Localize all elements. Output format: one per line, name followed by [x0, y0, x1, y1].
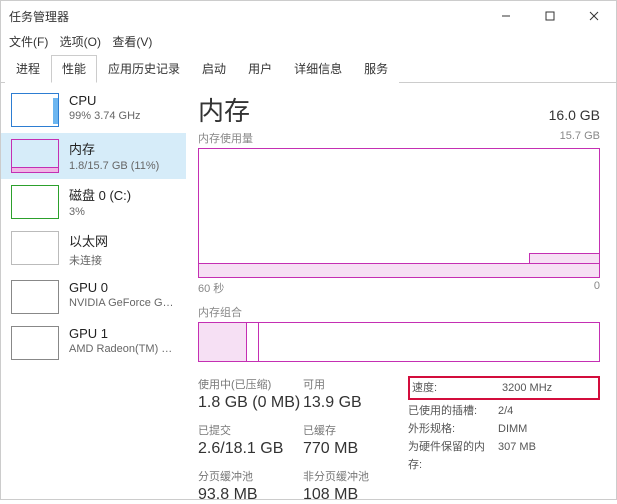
- sidebar-item-label: GPU 1: [69, 326, 179, 341]
- sidebar-item-label: GPU 0: [69, 280, 179, 295]
- slots-value: 2/4: [498, 402, 513, 420]
- cached-label: 已缓存: [303, 422, 408, 438]
- tab-services[interactable]: 服务: [353, 55, 399, 83]
- form-value: DIMM: [498, 420, 527, 438]
- sidebar-item-sub: NVIDIA GeForce GT 1 1%: [69, 297, 179, 309]
- maximize-button[interactable]: [528, 1, 572, 31]
- disk-thumb-icon: [11, 185, 59, 219]
- sidebar-item-label: 磁盘 0 (C:): [69, 185, 131, 204]
- sidebar-item-label: 以太网: [69, 231, 108, 250]
- sidebar-item-gpu0[interactable]: GPU 0 NVIDIA GeForce GT 1 1%: [1, 274, 186, 320]
- cached-value: 770 MB: [303, 440, 408, 458]
- menu-options[interactable]: 选项(O): [60, 35, 101, 49]
- tab-details[interactable]: 详细信息: [283, 55, 353, 83]
- tab-app-history[interactable]: 应用历史记录: [97, 55, 191, 83]
- total-memory: 16.0 GB: [549, 107, 600, 123]
- time-axis-right: 0: [594, 280, 600, 296]
- sidebar-item-sub: 99% 3.74 GHz: [69, 110, 141, 122]
- titlebar: 任务管理器: [1, 1, 616, 31]
- tab-users[interactable]: 用户: [237, 55, 283, 83]
- gpu-thumb-icon: [11, 326, 59, 360]
- cpu-thumb-icon: [11, 93, 59, 127]
- main-panel: 内存 16.0 GB 内存使用量 15.7 GB 60 秒 0 内存组合 使用中…: [186, 83, 616, 504]
- composition-seg-inuse: [199, 323, 247, 361]
- speed-key: 速度:: [412, 379, 502, 397]
- usage-graph-label: 内存使用量: [198, 130, 253, 146]
- usage-fill: [199, 263, 599, 277]
- usage-graph-max: 15.7 GB: [560, 130, 600, 146]
- details: 使用中(已压缩) 1.8 GB (0 MB) 可用 13.9 GB 已提交 2.…: [198, 376, 600, 504]
- ethernet-thumb-icon: [11, 231, 59, 265]
- hw-reserved-value: 307 MB: [498, 438, 536, 474]
- menubar: 文件(F) 选项(O) 查看(V): [1, 31, 616, 54]
- tab-performance[interactable]: 性能: [51, 55, 97, 83]
- tab-processes[interactable]: 进程: [5, 55, 51, 83]
- in-use-label: 使用中(已压缩): [198, 376, 303, 392]
- menu-view[interactable]: 查看(V): [112, 35, 152, 49]
- sidebar-item-sub: 未连接: [69, 252, 108, 268]
- minimize-button[interactable]: [484, 1, 528, 31]
- sidebar: CPU 99% 3.74 GHz 内存 1.8/15.7 GB (11%) 磁盘…: [1, 83, 186, 504]
- memory-usage-graph[interactable]: [198, 148, 600, 278]
- content: CPU 99% 3.74 GHz 内存 1.8/15.7 GB (11%) 磁盘…: [1, 83, 616, 504]
- close-button[interactable]: [572, 1, 616, 31]
- tabstrip: 进程 性能 应用历史记录 启动 用户 详细信息 服务: [1, 54, 616, 83]
- sidebar-item-cpu[interactable]: CPU 99% 3.74 GHz: [1, 87, 186, 133]
- sidebar-item-sub: AMD Radeon(TM) RX 0%: [69, 343, 179, 355]
- sidebar-item-ethernet[interactable]: 以太网 未连接: [1, 225, 186, 274]
- sidebar-item-gpu1[interactable]: GPU 1 AMD Radeon(TM) RX 0%: [1, 320, 186, 366]
- tab-startup[interactable]: 启动: [191, 55, 237, 83]
- window-title: 任务管理器: [9, 8, 484, 25]
- composition-label: 内存组合: [198, 304, 600, 320]
- composition-seg-modified: [247, 323, 259, 361]
- speed-value: 3200 MHz: [502, 379, 552, 397]
- sidebar-item-sub: 1.8/15.7 GB (11%): [69, 160, 159, 172]
- usage-bump: [529, 253, 599, 263]
- window-controls: [484, 1, 616, 31]
- available-label: 可用: [303, 376, 408, 392]
- committed-value: 2.6/18.1 GB: [198, 440, 303, 458]
- sidebar-item-label: 内存: [69, 139, 159, 158]
- sidebar-item-label: CPU: [69, 93, 141, 108]
- sidebar-item-memory[interactable]: 内存 1.8/15.7 GB (11%): [1, 133, 186, 179]
- time-axis-left: 60 秒: [198, 280, 224, 296]
- memory-thumb-icon: [11, 139, 59, 173]
- menu-file[interactable]: 文件(F): [9, 35, 48, 49]
- sidebar-item-disk[interactable]: 磁盘 0 (C:) 3%: [1, 179, 186, 225]
- committed-label: 已提交: [198, 422, 303, 438]
- paged-label: 分页缓冲池: [198, 468, 303, 484]
- available-value: 13.9 GB: [303, 394, 408, 412]
- memory-composition-graph[interactable]: [198, 322, 600, 362]
- nonpaged-label: 非分页缓冲池: [303, 468, 408, 484]
- gpu-thumb-icon: [11, 280, 59, 314]
- page-title: 内存: [198, 91, 549, 128]
- sidebar-item-sub: 3%: [69, 206, 131, 218]
- form-key: 外形规格:: [408, 420, 498, 438]
- in-use-value: 1.8 GB (0 MB): [198, 394, 303, 412]
- slots-key: 已使用的插槽:: [408, 402, 498, 420]
- paged-value: 93.8 MB: [198, 486, 303, 504]
- hw-reserved-key: 为硬件保留的内存:: [408, 438, 498, 474]
- highlight-box: 速度:3200 MHz: [408, 376, 600, 400]
- nonpaged-value: 108 MB: [303, 486, 408, 504]
